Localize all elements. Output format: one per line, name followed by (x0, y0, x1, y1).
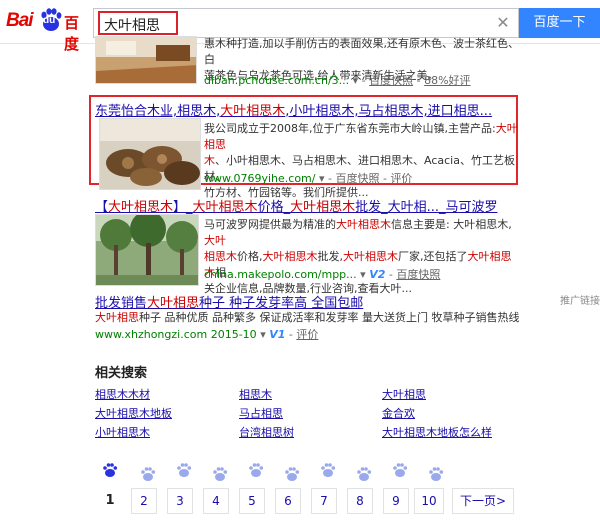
cache-link[interactable]: 百度快照 (335, 172, 379, 185)
title-part: 东莞怡合木业,相思木, (95, 104, 221, 119)
verified-badge[interactable]: V2 (369, 268, 385, 281)
related-link[interactable]: 马占相思 (239, 405, 283, 421)
page-link[interactable]: 2 (131, 488, 157, 514)
result-thumbnail[interactable] (95, 214, 199, 286)
rating-link[interactable]: 评价 (390, 172, 412, 185)
clear-icon[interactable]: ✕ (494, 14, 512, 32)
related-link[interactable]: 大叶相思木地板 (95, 405, 172, 421)
search-button[interactable]: 百度一下 (519, 8, 600, 38)
baidu-logo[interactable]: Bai du 百度 (6, 6, 90, 53)
result-date: 2015-10 (210, 328, 257, 341)
rating-link[interactable]: 评价 (296, 328, 318, 341)
result-title-link[interactable]: 【大叶相思木】_大叶相思木价格_大叶相思木批发_大叶相..._马可波罗 (95, 196, 498, 215)
paw-icon (285, 467, 300, 481)
paw-icon (141, 467, 156, 481)
trees-image (96, 215, 198, 285)
cache-link[interactable]: 百度快照 (396, 268, 440, 281)
result-url[interactable]: www.0769yihe.com/ (204, 172, 315, 185)
logo-cn-text: 百度 (64, 14, 80, 53)
paw-icon (357, 467, 372, 481)
paw-icon (429, 467, 444, 481)
paw-icon (103, 463, 118, 477)
dropdown-arrow-icon[interactable]: ▾ - (353, 74, 369, 87)
related-link[interactable]: 大叶相思木地板怎么样 (382, 424, 492, 440)
page-link[interactable]: 9 (383, 488, 409, 514)
room-floor-image (96, 37, 196, 83)
result-url[interactable]: china.makepolo.com/mpp... (204, 268, 357, 281)
logs-image (100, 119, 200, 189)
paw-icon (177, 463, 192, 477)
result-meta: china.makepolo.com/mpp... ▾ V2 - 百度快照 (204, 266, 440, 282)
title-highlight: 大叶相思木 (220, 104, 286, 119)
related-link[interactable]: 台湾相思树 (239, 424, 294, 440)
desc-line: 惠木种打造,加以手削仿古的表面效果,还有原木色、波士茶红色、白 (204, 37, 519, 66)
page-link[interactable]: 8 (347, 488, 373, 514)
separator: - (416, 74, 425, 87)
search-box[interactable]: 大叶相思木 ✕ (93, 8, 519, 54)
paw-icon (321, 463, 336, 477)
verified-badge[interactable]: V1 (269, 328, 285, 341)
related-link[interactable]: 金合欢 (382, 405, 415, 421)
result-meta: www.xhzhongzi.com 2015-10 ▾ V1 - 评价 (95, 326, 318, 342)
result-description: 马可波罗网提供最为精准的大叶相思木信息主要是: 大叶相思木,大叶 相思木价格,大… (204, 217, 522, 297)
search-input[interactable]: 大叶相思木 (98, 11, 178, 54)
title-part: ,小叶相思木,马占相思木,进口相思... (285, 104, 493, 119)
result-url[interactable]: www.xhzhongzi.com (95, 328, 207, 341)
page-link[interactable]: 6 (275, 488, 301, 514)
desc-line: 马可波罗网提供最为精准的大叶相思木信息主要是: 大叶相思木,大叶 (204, 218, 512, 247)
result-meta: www.0769yihe.com/ ▾ - 百度快照 - 评价 (204, 170, 412, 186)
page-link[interactable]: 4 (203, 488, 229, 514)
next-page-button[interactable]: 下一页> (452, 488, 514, 514)
related-link[interactable]: 相思木 (239, 386, 272, 402)
related-link[interactable]: 相思木木材 (95, 386, 150, 402)
result-thumbnail[interactable] (99, 118, 201, 190)
desc-line: 我公司成立于2008年,位于广东省东莞市大岭山镇,主营产品:大叶相思 (204, 122, 518, 151)
page-link[interactable]: 7 (311, 488, 337, 514)
page-link[interactable]: 10 (414, 488, 444, 514)
logo-du-text: du (43, 15, 56, 26)
dropdown-arrow-icon[interactable]: ▾ - (319, 172, 335, 185)
result-title-link[interactable]: 批发销售大叶相思种子 种子发芽率高 全国包邮 (95, 292, 363, 311)
paw-icon (249, 463, 264, 477)
result-url[interactable]: diban.pchouse.com.cn/3... (204, 74, 349, 87)
dropdown-arrow-icon[interactable]: ▾ (360, 268, 369, 281)
result-meta: diban.pchouse.com.cn/3... ▾ - 百度快照 - 88%… (204, 72, 471, 88)
related-link[interactable]: 小叶相思木 (95, 424, 150, 440)
page-current: 1 (105, 493, 115, 508)
cache-link[interactable]: 百度快照 (369, 74, 413, 87)
related-link[interactable]: 大叶相思 (382, 386, 426, 402)
paw-icon (213, 467, 228, 481)
ad-label: 推广链接 (560, 296, 600, 307)
logo-bai-text: Bai (6, 10, 34, 31)
page-link[interactable]: 5 (239, 488, 265, 514)
related-searches-title: 相关搜索 (95, 366, 148, 381)
result-description: 我公司成立于2008年,位于广东省东莞市大岭山镇,主营产品:大叶相思 木、小叶相… (204, 121, 519, 201)
pagination-paws (100, 460, 520, 482)
result-description: 大叶相思种子 品种优质 品种繁多 保证成活率和发芽率 量大送货上门 牧草种子销售… (95, 311, 520, 324)
rating-link[interactable]: 88%好评 (424, 74, 470, 87)
result-thumbnail[interactable] (95, 36, 197, 84)
result-title-link[interactable]: 东莞怡合木业,相思木,大叶相思木,小叶相思木,马占相思木,进口相思... (95, 100, 492, 119)
paw-icon (393, 463, 408, 477)
page-link[interactable]: 3 (167, 488, 193, 514)
dropdown-arrow-icon[interactable]: ▾ (260, 328, 269, 341)
